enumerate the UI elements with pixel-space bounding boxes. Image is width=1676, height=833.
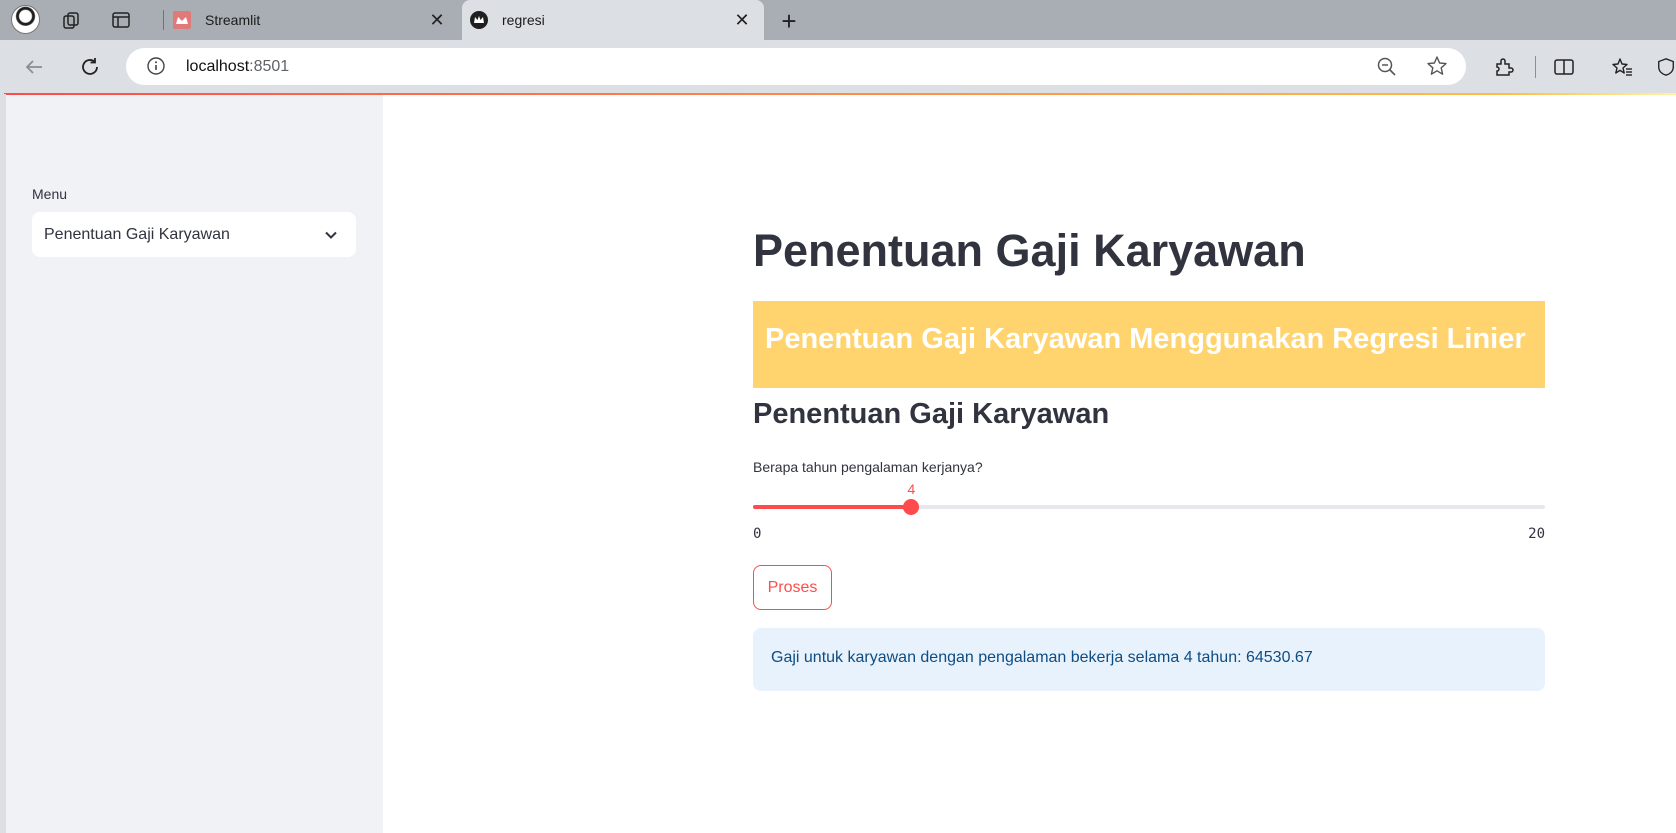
url-port: :8501 (249, 58, 290, 75)
main-content: Penentuan Gaji Karyawan Penentuan Gaji K… (383, 95, 1676, 833)
toolbar-divider (1535, 56, 1536, 78)
menu-select[interactable]: Penentuan Gaji Karyawan (32, 212, 356, 257)
slider-thumb[interactable] (903, 499, 920, 515)
result-info-box: Gaji untuk karyawan dengan pengalaman be… (753, 628, 1545, 691)
site-info-icon[interactable] (146, 56, 166, 81)
split-screen-icon[interactable] (1548, 51, 1580, 83)
slider-min: 0 (753, 526, 762, 542)
menu-label: Menu (32, 186, 68, 202)
section-subheader: Penentuan Gaji Karyawan (753, 398, 1110, 430)
chevron-down-icon[interactable] (316, 220, 346, 250)
tab-separator (163, 10, 164, 30)
proses-button[interactable]: Proses (753, 565, 832, 610)
browser-essentials-icon[interactable] (1656, 51, 1676, 83)
streamlit-favicon-icon (173, 11, 191, 29)
banner: Penentuan Gaji Karyawan Menggunakan Regr… (753, 301, 1545, 388)
profile-avatar[interactable] (11, 5, 40, 34)
result-text: Gaji untuk karyawan dengan pengalaman be… (771, 649, 1313, 666)
address-bar[interactable]: localhost:8501 (126, 48, 1466, 85)
tab-actions-icon[interactable] (106, 5, 136, 35)
page-title: Penentuan Gaji Karyawan (753, 225, 1306, 276)
menu-select-value: Penentuan Gaji Karyawan (44, 225, 230, 243)
new-tab-button[interactable]: + (774, 6, 804, 36)
url-host: localhost (186, 58, 250, 75)
favorites-icon[interactable] (1606, 51, 1638, 83)
extensions-icon[interactable] (1488, 51, 1520, 83)
browser-toolbar: localhost:8501 (0, 40, 1676, 94)
tab-title: regresi (502, 12, 545, 28)
sidebar: Menu Penentuan Gaji Karyawan (6, 95, 383, 833)
tab-regresi[interactable]: regresi ✕ (462, 0, 764, 40)
slider-label: Berapa tahun pengalaman kerjanya? (753, 459, 983, 475)
tab-streamlit[interactable]: Streamlit ✕ (165, 0, 459, 40)
workspaces-icon[interactable] (57, 5, 87, 35)
tab-title: Streamlit (205, 12, 261, 28)
slider-current-value: 4 (907, 481, 916, 497)
browser-tab-bar: Streamlit ✕ regresi ✕ + (0, 0, 1676, 40)
reload-icon[interactable] (74, 51, 106, 83)
close-icon[interactable]: ✕ (425, 8, 449, 32)
back-arrow-icon[interactable] (18, 51, 50, 83)
url-text[interactable]: localhost:8501 (186, 58, 289, 76)
favorite-star-icon[interactable] (1426, 55, 1448, 82)
slider-max: 20 (1528, 526, 1545, 542)
slider-fill (753, 505, 912, 509)
experience-slider[interactable] (753, 499, 1545, 515)
close-icon[interactable]: ✕ (730, 8, 754, 32)
crown-favicon-icon (470, 11, 488, 29)
banner-text: Penentuan Gaji Karyawan Menggunakan Regr… (765, 323, 1526, 355)
zoom-out-icon[interactable] (1376, 56, 1397, 82)
